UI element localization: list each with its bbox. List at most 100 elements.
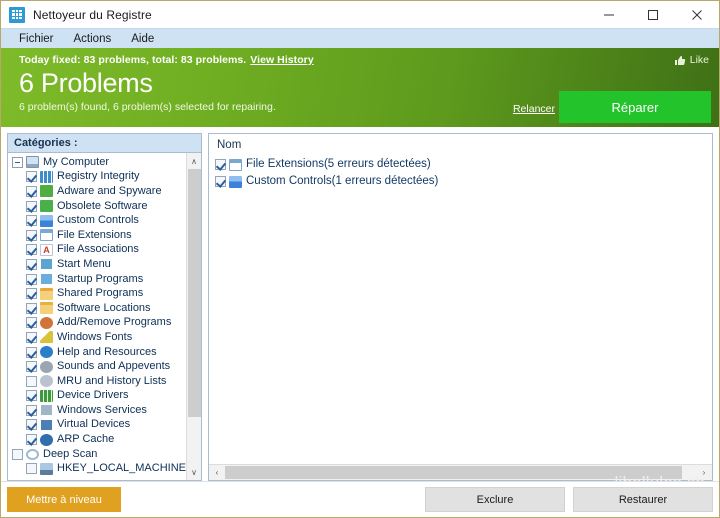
expander-collapse-icon[interactable] bbox=[12, 156, 23, 168]
category-label: Start Menu bbox=[57, 257, 111, 270]
category-item[interactable]: Obsolete Software bbox=[8, 199, 186, 214]
scroll-track[interactable] bbox=[187, 169, 202, 464]
category-label: Obsolete Software bbox=[57, 199, 148, 212]
view-history-link[interactable]: View History bbox=[250, 54, 313, 66]
category-checkbox[interactable] bbox=[26, 375, 37, 387]
category-checkbox[interactable] bbox=[26, 404, 37, 416]
today-fixed-text: Today fixed: 83 problems, total: 83 prob… bbox=[19, 54, 247, 66]
hscroll-thumb[interactable] bbox=[225, 466, 682, 479]
menu-item-actions[interactable]: Actions bbox=[64, 29, 122, 49]
exclude-button[interactable]: Exclure bbox=[425, 487, 565, 512]
category-item[interactable]: Help and Resources bbox=[8, 345, 186, 360]
footer-actions: Exclure Restaurer bbox=[425, 487, 713, 512]
category-item[interactable]: Custom Controls bbox=[8, 213, 186, 228]
category-item[interactable]: Startup Programs bbox=[8, 272, 186, 287]
tree-root-my-computer[interactable]: My Computer bbox=[8, 155, 186, 170]
category-checkbox[interactable] bbox=[26, 185, 37, 197]
category-checkbox[interactable] bbox=[26, 302, 37, 314]
network-nodes-icon bbox=[229, 175, 242, 188]
category-checkbox[interactable] bbox=[26, 361, 37, 373]
menu-item-aide[interactable]: Aide bbox=[121, 29, 164, 49]
deep-scan-item-checkbox[interactable] bbox=[26, 463, 37, 475]
results-horizontal-scrollbar[interactable]: ‹ › bbox=[209, 464, 712, 480]
category-item[interactable]: Registry Integrity bbox=[8, 170, 186, 185]
close-button[interactable] bbox=[675, 1, 719, 28]
like-label: Like bbox=[689, 54, 709, 66]
scroll-down-arrow-icon[interactable]: ∨ bbox=[187, 464, 202, 480]
category-checkbox[interactable] bbox=[26, 244, 37, 256]
category-label: Help and Resources bbox=[57, 345, 157, 358]
category-item[interactable]: Shared Programs bbox=[8, 286, 186, 301]
category-checkbox[interactable] bbox=[26, 258, 37, 270]
categories-panel: Catégories : My Computer Registry Integri… bbox=[7, 133, 202, 481]
menu-item-fichier[interactable]: Fichier bbox=[9, 29, 64, 49]
registry-app-icon bbox=[9, 6, 25, 23]
category-checkbox[interactable] bbox=[26, 434, 37, 446]
application-window: Nettoyeur du Registre Fichier Actions Ai… bbox=[1, 1, 719, 517]
category-item[interactable]: Sounds and Appevents bbox=[8, 359, 186, 374]
category-checkbox[interactable] bbox=[26, 317, 37, 329]
category-item[interactable]: Adware and Spyware bbox=[8, 184, 186, 199]
device-chip-icon bbox=[40, 389, 53, 402]
category-label: Shared Programs bbox=[57, 287, 144, 300]
category-item[interactable]: File Extensions bbox=[8, 228, 186, 243]
category-label: File Associations bbox=[57, 243, 139, 256]
category-item[interactable]: Add/Remove Programs bbox=[8, 316, 186, 331]
footer-bar: Mettre à niveau Exclure Restaurer bbox=[1, 481, 719, 517]
result-row[interactable]: File Extensions(5 erreurs détectées) bbox=[215, 156, 712, 173]
menu-bar: Fichier Actions Aide bbox=[1, 28, 719, 48]
scroll-thumb[interactable] bbox=[187, 169, 201, 417]
categories-tree[interactable]: My Computer Registry Integrity Adware and … bbox=[8, 153, 186, 480]
deep-scan-checkbox[interactable] bbox=[12, 448, 23, 460]
hscroll-track[interactable] bbox=[225, 465, 696, 480]
computer-icon bbox=[26, 156, 39, 169]
category-item[interactable]: Start Menu bbox=[8, 257, 186, 272]
deep-scan-item[interactable]: HKEY_LOCAL_MACHINE bbox=[8, 461, 186, 476]
category-checkbox[interactable] bbox=[26, 419, 37, 431]
category-item[interactable]: Windows Services bbox=[8, 403, 186, 418]
category-label: MRU and History Lists bbox=[57, 374, 167, 387]
title-bar: Nettoyeur du Registre bbox=[1, 1, 719, 28]
categories-vertical-scrollbar[interactable]: ∧ ∨ bbox=[186, 153, 201, 480]
category-item[interactable]: MRU and History Lists bbox=[8, 374, 186, 389]
upgrade-button[interactable]: Mettre à niveau bbox=[7, 487, 121, 512]
scroll-right-arrow-icon[interactable]: › bbox=[696, 465, 712, 480]
arp-cache-icon bbox=[40, 433, 53, 446]
category-checkbox[interactable] bbox=[26, 288, 37, 300]
category-item[interactable]: A File Associations bbox=[8, 243, 186, 258]
restore-button[interactable]: Restaurer bbox=[573, 487, 713, 512]
category-checkbox[interactable] bbox=[26, 171, 37, 183]
category-item[interactable]: ARP Cache bbox=[8, 432, 186, 447]
tree-node-deep-scan[interactable]: Deep Scan bbox=[8, 447, 186, 462]
category-checkbox[interactable] bbox=[26, 346, 37, 358]
category-item[interactable]: Virtual Devices bbox=[8, 418, 186, 433]
category-label: Virtual Devices bbox=[57, 418, 131, 431]
scroll-up-arrow-icon[interactable]: ∧ bbox=[187, 153, 202, 169]
result-checkbox[interactable] bbox=[215, 159, 226, 170]
category-label: Windows Services bbox=[57, 403, 147, 416]
result-checkbox[interactable] bbox=[215, 176, 226, 187]
deep-scan-label: Deep Scan bbox=[43, 447, 98, 460]
result-row[interactable]: Custom Controls(1 erreurs détectées) bbox=[215, 173, 712, 190]
results-panel: Nom File Extensions(5 erreurs détectées)… bbox=[208, 133, 713, 481]
category-label: Add/Remove Programs bbox=[57, 316, 172, 329]
minimize-button[interactable] bbox=[587, 1, 631, 28]
repair-button[interactable]: Réparer bbox=[559, 91, 711, 123]
like-control[interactable]: Like bbox=[674, 54, 709, 66]
category-checkbox[interactable] bbox=[26, 215, 37, 227]
maximize-button[interactable] bbox=[631, 1, 675, 28]
categories-header: Catégories : bbox=[8, 134, 201, 153]
rescan-link[interactable]: Relancer bbox=[513, 103, 555, 115]
category-checkbox[interactable] bbox=[26, 331, 37, 343]
category-checkbox[interactable] bbox=[26, 390, 37, 402]
window-controls bbox=[587, 1, 719, 28]
category-item[interactable]: Device Drivers bbox=[8, 389, 186, 404]
scroll-left-arrow-icon[interactable]: ‹ bbox=[209, 465, 225, 480]
category-checkbox[interactable] bbox=[26, 273, 37, 285]
category-checkbox[interactable] bbox=[26, 200, 37, 212]
category-checkbox[interactable] bbox=[26, 229, 37, 241]
category-item[interactable]: Windows Fonts bbox=[8, 330, 186, 345]
results-list[interactable]: File Extensions(5 erreurs détectées) Cust… bbox=[209, 155, 712, 464]
category-item[interactable]: Software Locations bbox=[8, 301, 186, 316]
letter-a-icon: A bbox=[40, 243, 53, 256]
